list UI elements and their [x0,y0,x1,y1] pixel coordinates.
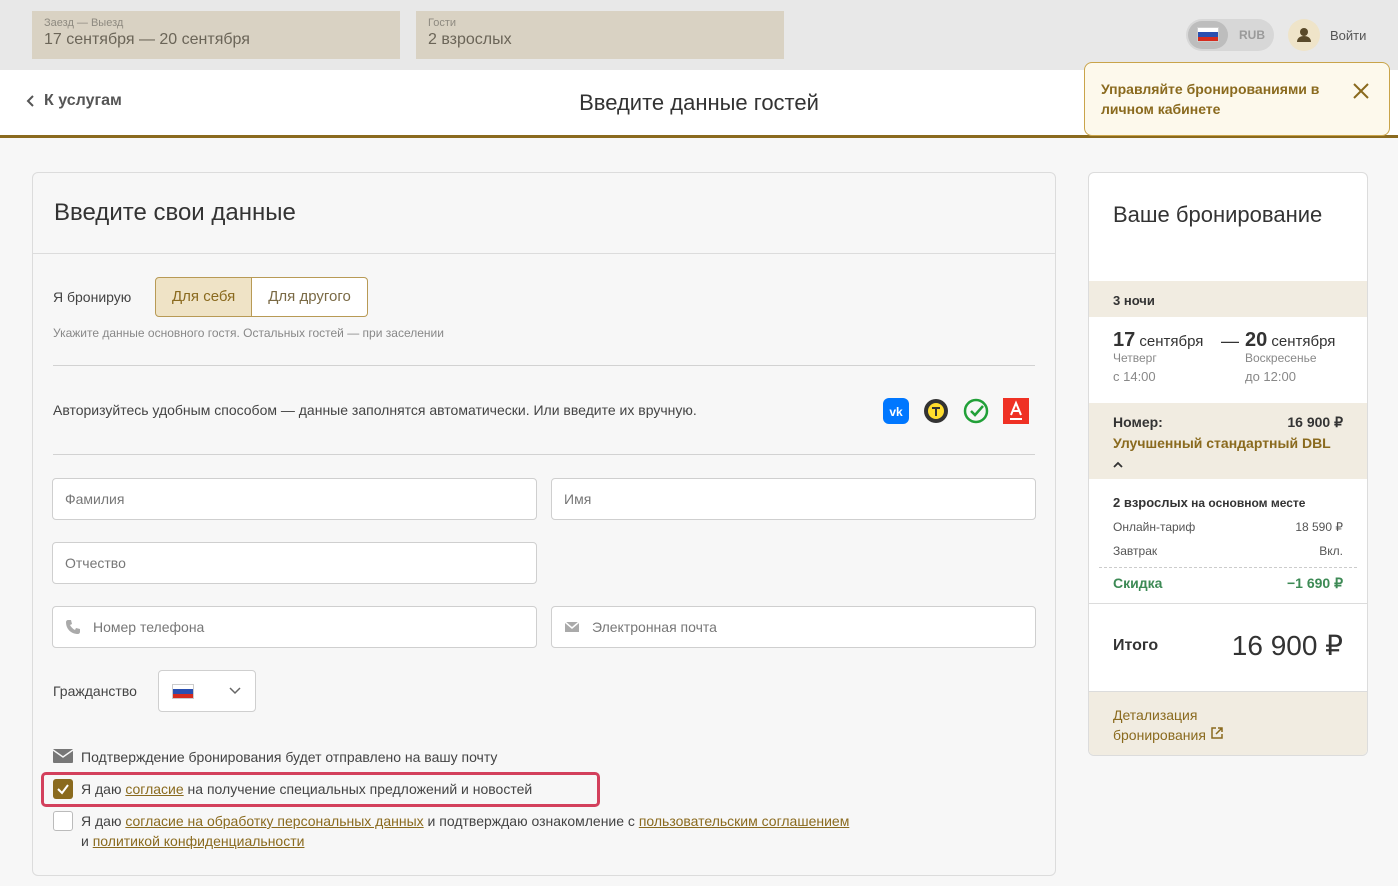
guests-label: Гости [428,17,457,29]
consent-link[interactable]: согласие [125,781,183,797]
checkout-weekday: Воскресенье [1245,351,1317,365]
consent-text: Я даю [81,781,126,797]
dashed-divider [1099,567,1357,568]
room-name: Улучшенный стандартный DBL [1113,435,1331,451]
last-name-input[interactable]: Фамилия [52,478,537,520]
first-name-input[interactable]: Имя [551,478,1036,520]
top-bar: Заезд — Выезд 17 сентября — 20 сентября … [0,0,1398,70]
tariff-label: Онлайн-тариф [1113,520,1196,534]
privacy-text: и политикой конфиденциальности [81,833,304,849]
confirm-note: Подтверждение бронирования будет отправл… [81,749,498,765]
chevron-up-icon [1113,461,1123,468]
checkin-month: сентября [1139,333,1204,350]
email-input[interactable]: Электронная почта [551,606,1036,648]
guests-count: 2 взрослых [1113,495,1188,510]
breakfast-label: Завтрак [1113,544,1158,558]
personal-data-consent-checkbox[interactable] [53,811,73,831]
for-self-button[interactable]: Для себя [155,277,253,317]
checkout-month: сентября [1271,333,1336,350]
guest-form-card: Введите свои данные Я бронирую Для себя … [32,172,1056,876]
middle-name-input[interactable]: Отчество [52,542,537,584]
consent-text: на получение специальных предложений и н… [183,781,533,797]
email-placeholder: Электронная почта [592,619,717,635]
login-label: Войти [1330,27,1367,43]
svg-text:vk: vk [889,405,903,419]
booking-for-label: Я бронирую [53,289,132,305]
dates-label: Заезд — Выезд [44,17,124,29]
mail-icon [564,621,580,632]
phone-placeholder: Номер телефона [93,619,205,635]
privacy-policy-link[interactable]: политикой конфиденциальности [93,833,305,849]
divider [33,253,1055,254]
divider [53,454,1035,455]
guests-field[interactable]: Гости 2 взрослых [416,11,784,59]
tooltip-text: Управляйте бронированиями в личном кабин… [1101,81,1320,117]
user-agreement-link[interactable]: пользовательским соглашением [639,813,850,829]
mail-icon [53,749,73,763]
tinkoff-icon[interactable] [923,398,949,424]
phone-icon [66,620,80,634]
form-title: Введите свои данные [54,199,296,226]
discount-value: −1 690 ₽ [1286,575,1343,591]
divider [1089,603,1367,604]
total-label: Итого [1113,637,1159,654]
checkout-date: 20 сентября [1245,329,1335,352]
details-link[interactable]: Детализация бронирования [1113,705,1263,745]
details-label: Детализация бронирования [1113,707,1206,743]
divider [53,365,1035,366]
checkin-date: 17 сентября [1113,329,1203,352]
breakfast-value: Вкл. [1319,544,1343,558]
login-button[interactable]: Войти [1288,19,1366,51]
external-link-icon [1211,727,1223,739]
consent-text: Я даю [81,813,126,829]
dates-field[interactable]: Заезд — Выезд 17 сентября — 20 сентября [32,11,400,59]
personal-data-link[interactable]: согласие на обработку персональных данны… [125,813,423,829]
checkin-time: с 14:00 [1113,369,1156,384]
checkout-time: до 12:00 [1245,369,1296,384]
language-currency-switch: RUB [1186,19,1274,51]
user-icon [1288,19,1320,51]
checkout-day: 20 [1245,329,1268,351]
alfa-icon[interactable] [1003,398,1029,424]
consent-text: и [81,833,93,849]
nights-count: 3 ночи [1113,293,1155,308]
auth-text: Авторизуйтесь удобным способом — данные … [53,402,697,418]
summary-title: Ваше бронирование [1113,202,1323,227]
discount-label: Скидка [1113,575,1163,591]
room-label: Номер: [1113,414,1163,430]
total-value: 16 900 ₽ [1231,630,1343,661]
sber-icon[interactable] [963,398,989,424]
marketing-consent-text: Я даю согласие на получение специальных … [81,781,532,797]
room-price: 16 900 ₽ [1287,414,1343,430]
room-name-toggle[interactable]: Улучшенный стандартный DBL [1113,433,1343,473]
currency-button[interactable]: RUB [1230,19,1274,51]
dates-value: 17 сентября — 20 сентября [44,31,250,48]
russia-flag-icon [1197,27,1219,42]
date-dash: — [1221,331,1239,351]
booking-hint: Укажите данные основного гостя. Остальны… [53,326,444,340]
tariff-value: 18 590 ₽ [1295,520,1343,534]
checkin-weekday: Четверг [1113,351,1157,365]
consent-text: и подтверждаю ознакомление с [423,813,639,829]
guests-value: 2 взрослых [428,31,512,48]
vk-icon[interactable]: vk [883,398,909,424]
checkmark-icon [57,784,69,795]
booking-summary: Ваше бронирование 3 ночи 17 сентября — 2… [1088,172,1368,756]
checkin-day: 17 [1113,329,1136,351]
guests-line: 2 взрослых на основном месте [1113,495,1305,510]
personal-data-consent-text: Я даю согласие на обработку персональных… [81,813,849,829]
citizenship-select[interactable] [158,670,256,712]
chevron-down-icon [229,687,241,695]
citizenship-label: Гражданство [53,683,137,699]
language-button[interactable] [1188,21,1228,49]
marketing-consent-checkbox[interactable] [53,779,73,799]
booking-for-toggle: Для себя Для другого [155,277,368,317]
account-tooltip: Управляйте бронированиями в личном кабин… [1084,62,1390,136]
russia-flag-icon [172,684,194,699]
for-other-button[interactable]: Для другого [252,277,368,317]
phone-input[interactable]: Номер телефона [52,606,537,648]
guests-placement: на основном месте [1187,496,1306,510]
close-icon[interactable] [1351,81,1371,101]
